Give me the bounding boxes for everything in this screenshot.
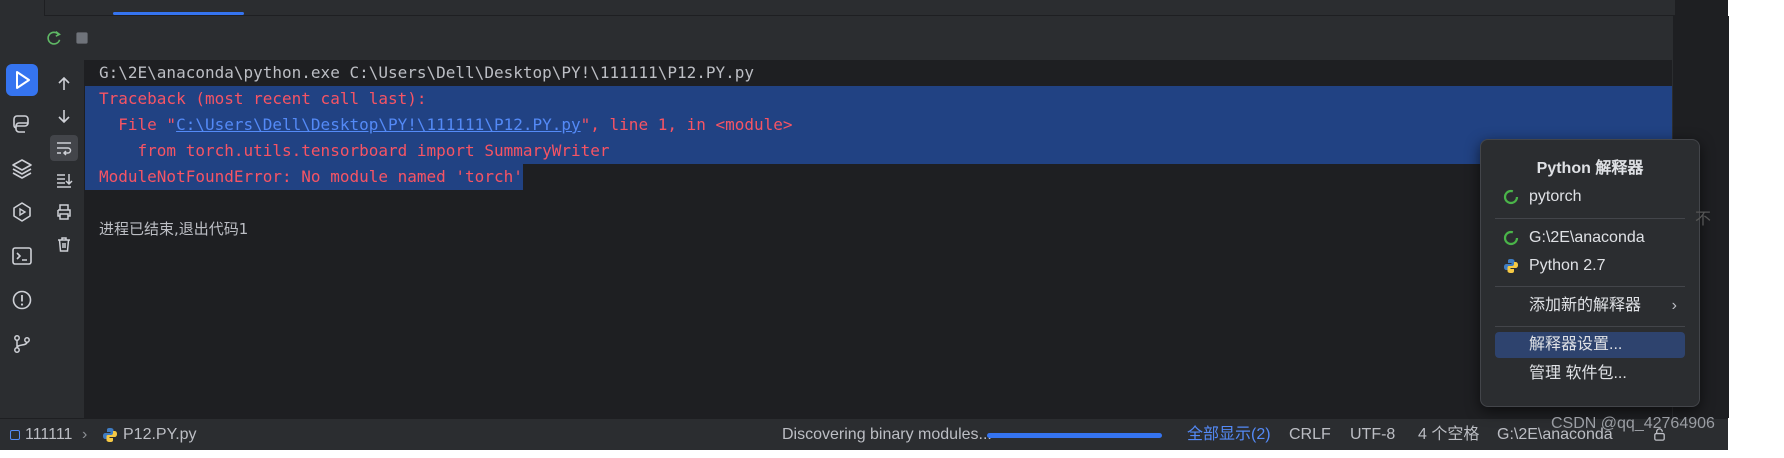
menu-label: 管理 软件包... bbox=[1529, 365, 1627, 382]
problems-tool-button[interactable] bbox=[6, 284, 38, 316]
background-task-text[interactable]: Discovering binary modules... bbox=[782, 419, 992, 451]
python-file-icon bbox=[103, 427, 117, 442]
background-text: 不 bbox=[1695, 209, 1712, 228]
python-logo-icon bbox=[1504, 259, 1518, 273]
interpreter-item-anaconda[interactable]: G:\2E\anaconda bbox=[1495, 225, 1685, 251]
soft-wrap-icon bbox=[57, 142, 72, 156]
breadcrumb-file[interactable]: P12.PY.py bbox=[102, 419, 197, 451]
conda-env-icon bbox=[1503, 189, 1519, 205]
line-separator-widget[interactable]: CRLF bbox=[1289, 419, 1331, 451]
separator bbox=[1495, 326, 1685, 327]
interpreter-settings-item[interactable]: 解释器设置... bbox=[1495, 332, 1685, 358]
print-button[interactable] bbox=[50, 199, 78, 225]
indent-widget[interactable]: 4 个空格 bbox=[1418, 419, 1479, 451]
scroll-up-button[interactable] bbox=[50, 71, 78, 97]
python-console-tool-button[interactable] bbox=[6, 108, 38, 140]
tool-window-tabs bbox=[44, 0, 1675, 16]
command-line: G:\2E\anaconda\python.exe C:\Users\Dell\… bbox=[99, 63, 755, 82]
stop-button[interactable] bbox=[72, 28, 92, 48]
add-new-interpreter-item[interactable]: 添加新的解释器 › bbox=[1495, 293, 1685, 319]
file-link[interactable]: C:\Users\Dell\Desktop\PY!\111111\P12.PY.… bbox=[176, 115, 581, 134]
interpreter-label: G:\2E\anaconda bbox=[1529, 229, 1645, 246]
module-icon bbox=[10, 429, 20, 440]
menu-label: 解释器设置... bbox=[1529, 336, 1623, 353]
ide-window: G:\2E\anaconda\python.exe C:\Users\Dell\… bbox=[0, 0, 1729, 458]
chevron-right-icon: › bbox=[1671, 297, 1677, 314]
interpreter-popup: Python 解释器 pytorch G:\2E\anaconda Python… bbox=[1480, 139, 1700, 407]
problems-icon bbox=[12, 290, 32, 310]
error-message: ModuleNotFoundError: No module named 'to… bbox=[85, 164, 523, 190]
traceback-header: Traceback (most recent call last): bbox=[85, 86, 1672, 112]
exit-message: 进程已结束,退出代码1 bbox=[99, 220, 249, 238]
tool-window-bar bbox=[0, 0, 45, 418]
interpreter-label: pytorch bbox=[1529, 188, 1582, 205]
run-toolbar bbox=[44, 16, 1672, 60]
rerun-icon bbox=[47, 31, 61, 45]
traceback-source-line: from torch.utils.tensorboard import Summ… bbox=[85, 138, 1672, 164]
run-tool-button[interactable] bbox=[6, 64, 38, 96]
interpreter-item-python27[interactable]: Python 2.7 bbox=[1495, 253, 1685, 279]
breadcrumb-project[interactable]: 111111 bbox=[10, 419, 72, 451]
layers-icon bbox=[12, 159, 32, 179]
git-branch-icon bbox=[14, 335, 30, 353]
bottom-edge bbox=[0, 450, 1728, 458]
menu-label: 添加新的解释器 bbox=[1529, 297, 1642, 314]
encoding-widget[interactable]: UTF-8 bbox=[1350, 419, 1395, 451]
python-packages-tool-button[interactable] bbox=[6, 152, 38, 184]
trash-icon bbox=[58, 237, 70, 252]
console-toolbar bbox=[44, 60, 85, 418]
file-suffix: ", line 1, in <module> bbox=[580, 115, 793, 134]
rerun-button[interactable] bbox=[44, 28, 64, 48]
git-tool-button[interactable] bbox=[6, 328, 38, 360]
services-tool-button[interactable] bbox=[6, 196, 38, 228]
console-output[interactable]: G:\2E\anaconda\python.exe C:\Users\Dell\… bbox=[85, 60, 1672, 418]
arrow-down-icon bbox=[58, 110, 70, 124]
run-icon bbox=[16, 71, 30, 89]
scroll-to-end-button[interactable] bbox=[50, 167, 78, 193]
stop-icon bbox=[76, 32, 88, 44]
progress-fill bbox=[987, 433, 1162, 438]
separator bbox=[1495, 286, 1685, 287]
clear-all-button[interactable] bbox=[50, 231, 78, 257]
status-bar: 111111 › P12.PY.py Discovering binary mo… bbox=[0, 418, 1728, 451]
interpreter-item-pytorch[interactable]: pytorch bbox=[1495, 184, 1685, 210]
file-name: P12.PY.py bbox=[123, 426, 197, 443]
show-all-tasks-link[interactable]: 全部显示(2) bbox=[1187, 419, 1271, 451]
python-console-icon bbox=[13, 115, 29, 133]
arrow-up-icon bbox=[58, 76, 70, 90]
background-task-progress[interactable] bbox=[987, 433, 1162, 438]
scroll-down-button[interactable] bbox=[50, 103, 78, 129]
terminal-icon bbox=[12, 247, 32, 265]
active-tab-indicator bbox=[113, 12, 244, 15]
manage-packages-item[interactable]: 管理 软件包... bbox=[1495, 361, 1685, 387]
separator bbox=[1495, 218, 1685, 219]
watermark: CSDN @qq_42764906 bbox=[1551, 415, 1715, 432]
popup-title: Python 解释器 bbox=[1536, 160, 1644, 177]
chevron-right-icon: › bbox=[82, 426, 88, 443]
services-icon bbox=[13, 202, 31, 222]
conda-env-icon bbox=[1503, 230, 1519, 246]
interpreter-label: Python 2.7 bbox=[1529, 257, 1606, 274]
project-name: 111111 bbox=[25, 426, 73, 443]
print-icon bbox=[57, 204, 71, 220]
terminal-tool-button[interactable] bbox=[6, 240, 38, 272]
traceback-file-line: File "C:\Users\Dell\Desktop\PY!\111111\P… bbox=[85, 112, 1672, 138]
scroll-to-end-icon bbox=[57, 174, 73, 188]
file-prefix: File " bbox=[99, 115, 177, 134]
soft-wrap-toggle[interactable] bbox=[50, 135, 78, 161]
